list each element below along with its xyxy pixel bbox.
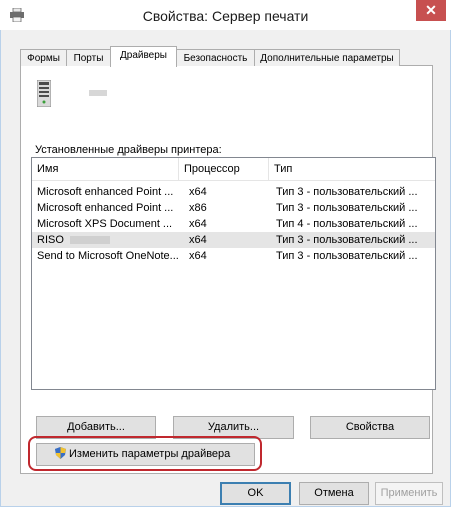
driver-name-redacted (69, 236, 110, 245)
drivers-list-header: Имя Процессор Тип (32, 158, 435, 181)
server-icon (37, 80, 51, 107)
driver-type: Тип 3 - пользовательский ... (276, 250, 418, 262)
tab-forms[interactable]: Формы (20, 49, 67, 66)
driver-type: Тип 3 - пользовательский ... (276, 234, 418, 246)
table-row[interactable]: Microsoft enhanced Point ... x86 Тип 3 -… (32, 200, 435, 216)
apply-button[interactable]: Применить (375, 482, 443, 505)
driver-name: Microsoft XPS Document ... (37, 218, 173, 230)
driver-type: Тип 3 - пользовательский ... (276, 202, 418, 214)
tab-security[interactable]: Безопасность (176, 49, 255, 66)
table-row[interactable]: Send to Microsoft OneNote... x64 Тип 3 -… (32, 248, 435, 264)
driver-name: Microsoft enhanced Point ... (37, 186, 174, 198)
title-bar: Свойства: Сервер печати ✕ (0, 0, 451, 30)
driver-type: Тип 4 - пользовательский ... (276, 218, 418, 230)
driver-name-cell: RISO (37, 232, 179, 248)
change-driver-settings-button[interactable]: Изменить параметры драйвера (36, 443, 255, 466)
drivers-list[interactable]: Имя Процессор Тип Microsoft enhanced Poi… (31, 157, 436, 390)
column-header-processor[interactable]: Процессор (179, 158, 269, 180)
change-driver-settings-label: Изменить параметры драйвера (69, 448, 231, 460)
driver-processor: x64 (189, 250, 207, 262)
driver-processor: x64 (189, 218, 207, 230)
driver-type: Тип 3 - пользовательский ... (276, 186, 418, 198)
driver-name: Microsoft enhanced Point ... (37, 202, 174, 214)
tab-ports[interactable]: Порты (66, 49, 111, 66)
cancel-button[interactable]: Отмена (299, 482, 369, 505)
uac-shield-icon (55, 447, 66, 459)
driver-name: Send to Microsoft OneNote... (37, 250, 179, 262)
drivers-list-caption: Установленные драйверы принтера: (35, 144, 222, 156)
window-title: Свойства: Сервер печати (142, 8, 309, 24)
close-icon: ✕ (425, 2, 437, 18)
driver-properties-button[interactable]: Свойства (310, 416, 430, 439)
column-header-name[interactable]: Имя (32, 158, 179, 180)
close-button[interactable]: ✕ (416, 0, 446, 21)
driver-name: RISO (37, 234, 64, 246)
driver-processor: x86 (189, 202, 207, 214)
column-header-type[interactable]: Тип (269, 158, 435, 180)
table-row[interactable]: Microsoft enhanced Point ... x64 Тип 3 -… (32, 184, 435, 200)
driver-processor: x64 (189, 186, 207, 198)
server-name-redacted (89, 90, 107, 96)
tab-drivers[interactable]: Драйверы (110, 46, 177, 67)
driver-processor: x64 (189, 234, 207, 246)
ok-button[interactable]: OK (220, 482, 291, 505)
tab-advanced-settings[interactable]: Дополнительные параметры (254, 49, 400, 66)
table-row-selected[interactable]: RISO x64 Тип 3 - пользовательский ... (32, 232, 435, 248)
table-row[interactable]: Microsoft XPS Document ... x64 Тип 4 - п… (32, 216, 435, 232)
